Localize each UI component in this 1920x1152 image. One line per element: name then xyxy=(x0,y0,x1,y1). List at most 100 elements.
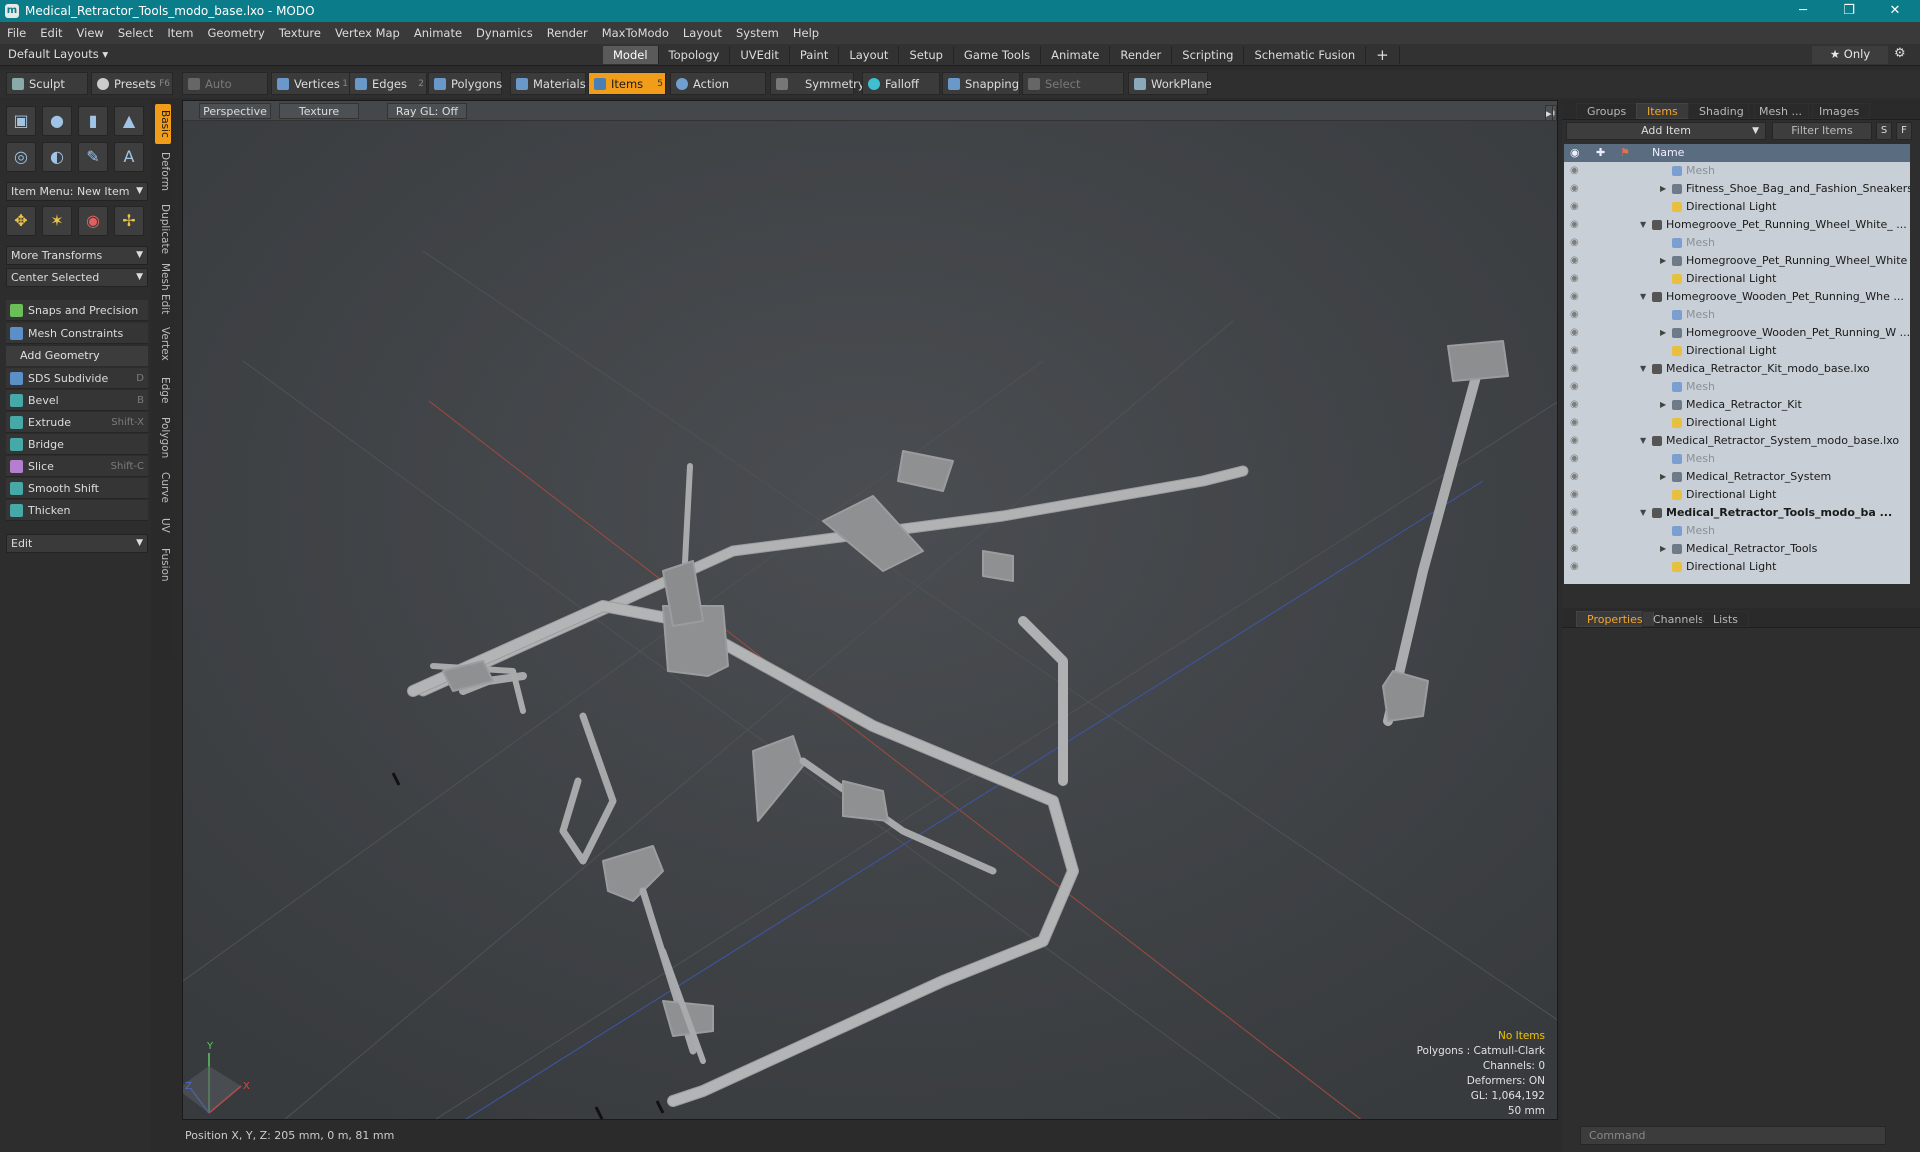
tool-sds-subdivide[interactable]: SDS Subdivide D xyxy=(6,368,148,389)
capsule-icon[interactable]: ◐ xyxy=(42,142,72,172)
eye-icon[interactable]: ◉ xyxy=(1570,324,1584,342)
tree-row[interactable]: ◉ Mesh xyxy=(1564,450,1910,468)
snapping-button[interactable]: Snapping xyxy=(942,72,1020,95)
edges-button[interactable]: Edges 2 xyxy=(349,72,427,95)
eye-icon[interactable]: ◉ xyxy=(1570,522,1584,540)
vtab-duplicate[interactable]: Duplicate xyxy=(155,200,171,258)
tool-bevel[interactable]: Bevel B xyxy=(6,390,148,411)
tab-paint[interactable]: Paint xyxy=(790,46,840,64)
close-button[interactable]: ✕ xyxy=(1872,0,1918,22)
edit-dropdown[interactable]: Edit ▼ xyxy=(6,534,148,553)
tree-row[interactable]: ◉ ▶ Homegroove_Pet_Running_Wheel_White xyxy=(1564,252,1910,270)
tab-setup[interactable]: Setup xyxy=(899,46,954,64)
add-tab-button[interactable]: + xyxy=(1366,46,1400,64)
default-layouts-dropdown[interactable]: Default Layouts ▾ xyxy=(8,47,108,61)
tab-layout[interactable]: Layout xyxy=(839,46,900,64)
texture-dropdown[interactable]: Texture xyxy=(279,103,359,119)
tab-lists[interactable]: Lists xyxy=(1702,611,1749,627)
materials-button[interactable]: Materials xyxy=(510,72,586,95)
tree-row[interactable]: ◉ Directional Light xyxy=(1564,342,1910,360)
tab-topology[interactable]: Topology xyxy=(659,46,731,64)
menu-layout[interactable]: Layout xyxy=(676,26,729,40)
eye-icon[interactable]: ◉ xyxy=(1570,270,1584,288)
presets-button[interactable]: Presets F6 xyxy=(91,72,173,95)
filter-s-button[interactable]: S xyxy=(1876,122,1892,140)
tab-game-tools[interactable]: Game Tools xyxy=(954,46,1042,64)
tool-smooth-shift[interactable]: Smooth Shift xyxy=(6,478,148,499)
gear-icon[interactable]: ⚙ xyxy=(1894,46,1906,61)
eye-icon[interactable]: ◉ xyxy=(1570,288,1584,306)
eye-icon[interactable]: ◉ xyxy=(1570,342,1584,360)
mesh-constraints-button[interactable]: Mesh Constraints xyxy=(6,323,148,344)
cone-icon[interactable]: ▲ xyxy=(114,106,144,136)
vtab-curve[interactable]: Curve xyxy=(155,466,171,508)
tab-items[interactable]: Items xyxy=(1636,103,1689,119)
tree-row[interactable]: ◉ Mesh xyxy=(1564,234,1910,252)
cylinder-icon[interactable]: ▮ xyxy=(78,106,108,136)
tool-thicken[interactable]: Thicken xyxy=(6,500,148,521)
tool-bridge[interactable]: Bridge xyxy=(6,434,148,455)
menu-maxtomodo[interactable]: MaxToModo xyxy=(595,26,676,40)
expand-icon[interactable]: ▶ xyxy=(1660,396,1666,414)
collapse-icon[interactable]: ▼ xyxy=(1640,360,1646,378)
item-menu-dropdown[interactable]: Item Menu: New Item ▼ xyxy=(6,182,148,201)
menu-geometry[interactable]: Geometry xyxy=(201,26,272,40)
name-column-header[interactable]: Name xyxy=(1652,144,1684,162)
tab-animate[interactable]: Animate xyxy=(1041,46,1111,64)
falloff-button[interactable]: Falloff xyxy=(862,72,940,95)
vtab-uv[interactable]: UV xyxy=(155,510,171,540)
tab-schematic-fusion[interactable]: Schematic Fusion xyxy=(1244,46,1367,64)
3d-viewport[interactable]: Y X Z Perspective Texture Ray GL: Off ✥ … xyxy=(182,100,1558,1120)
collapse-icon[interactable]: ▼ xyxy=(1640,288,1646,306)
menu-select[interactable]: Select xyxy=(111,26,160,40)
menu-item[interactable]: Item xyxy=(160,26,200,40)
tree-row[interactable]: ◉ Directional Light xyxy=(1564,558,1910,576)
symmetry-button[interactable]: Symmetry xyxy=(770,72,865,95)
tree-row[interactable]: ◉ ▶ Homegroove_Wooden_Pet_Running_W ... xyxy=(1564,324,1910,342)
tree-row[interactable]: ◉ ▼ Medical_Retractor_Tools_modo_ba ... xyxy=(1564,504,1910,522)
command-input[interactable]: Command xyxy=(1580,1126,1886,1145)
menu-animate[interactable]: Animate xyxy=(407,26,469,40)
tree-row[interactable]: ◉ ▼ Homegroove_Wooden_Pet_Running_Whe ... xyxy=(1564,288,1910,306)
menu-texture[interactable]: Texture xyxy=(272,26,328,40)
tab-shading[interactable]: Shading xyxy=(1688,103,1755,119)
items-button[interactable]: Items 5 xyxy=(588,72,666,95)
tab-mesh[interactable]: Mesh ... xyxy=(1748,103,1813,119)
menu-vertex-map[interactable]: Vertex Map xyxy=(328,26,407,40)
tab-scripting[interactable]: Scripting xyxy=(1172,46,1245,64)
action-center-button[interactable]: Action Center xyxy=(670,72,766,114)
vtab-edge[interactable]: Edge xyxy=(155,370,171,410)
menu-file[interactable]: File xyxy=(0,26,33,40)
menu-dynamics[interactable]: Dynamics xyxy=(469,26,540,40)
tab-uvedit[interactable]: UVEdit xyxy=(730,46,790,64)
add-geometry-header[interactable]: Add Geometry xyxy=(6,346,148,366)
eye-icon[interactable]: ◉ xyxy=(1570,540,1584,558)
menu-view[interactable]: View xyxy=(70,26,111,40)
expand-icon[interactable]: ▶ xyxy=(1660,180,1666,198)
polygons-button[interactable]: Polygons xyxy=(428,72,502,95)
eye-icon[interactable]: ◉ xyxy=(1570,306,1584,324)
cube-icon[interactable]: ▣ xyxy=(6,106,36,136)
tree-row[interactable]: ◉ ▼ Medica_Retractor_Kit_modo_base.lxo xyxy=(1564,360,1910,378)
collapse-icon[interactable]: ▼ xyxy=(1640,432,1646,450)
eye-icon[interactable]: ◉ xyxy=(1570,360,1584,378)
add-item-dropdown[interactable]: Add Item ▼ xyxy=(1566,122,1766,140)
tree-row[interactable]: ◉ Mesh xyxy=(1564,162,1910,180)
eye-icon[interactable]: ◉ xyxy=(1570,234,1584,252)
pen-icon[interactable]: ✎ xyxy=(78,142,108,172)
menu-help[interactable]: Help xyxy=(786,26,826,40)
center-selected-dropdown[interactable]: Center Selected ▼ xyxy=(6,268,148,287)
eye-icon[interactable]: ◉ xyxy=(1570,450,1584,468)
raygl-dropdown[interactable]: Ray GL: Off xyxy=(387,103,467,119)
collapse-icon[interactable]: ▼ xyxy=(1640,504,1646,522)
tab-images[interactable]: Images xyxy=(1808,103,1871,119)
expand-arrow-icon[interactable]: ▸ xyxy=(1545,105,1553,121)
expand-icon[interactable]: ▶ xyxy=(1660,252,1666,270)
torus-icon[interactable]: ◎ xyxy=(6,142,36,172)
tree-row[interactable]: ◉ ▼ Homegroove_Pet_Running_Wheel_White_ ..… xyxy=(1564,216,1910,234)
eye-icon[interactable]: ◉ xyxy=(1570,468,1584,486)
menu-edit[interactable]: Edit xyxy=(33,26,69,40)
eye-icon[interactable]: ◉ xyxy=(1570,378,1584,396)
auto-select-button[interactable]: Auto Select xyxy=(182,72,268,114)
more-transforms-dropdown[interactable]: More Transforms ▼ xyxy=(6,246,148,265)
